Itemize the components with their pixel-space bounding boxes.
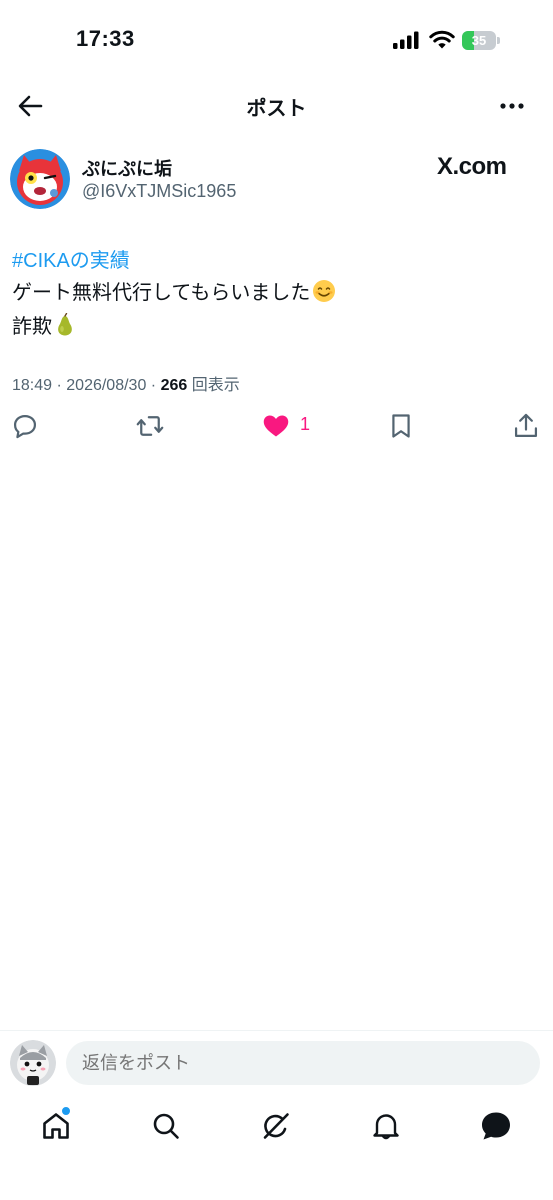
author-avatar[interactable] [10,149,70,209]
like-icon[interactable] [262,412,290,440]
grok-icon[interactable] [260,1110,292,1142]
post-text-line-1: ゲート無料代行してもらいました [12,276,336,305]
divider [0,1030,553,1031]
reply-input[interactable] [66,1041,540,1085]
battery-icon: 35 [462,31,502,50]
notification-badge [61,1106,71,1116]
hashtag-link[interactable]: #CIKAの実績 [12,244,130,273]
view-count: 266 [160,377,188,394]
views-label: 回表示 [191,377,240,394]
author-handle[interactable]: @I6VxTJMSic1965 [82,181,236,202]
bookmark-icon[interactable] [387,412,415,440]
status-time: 17:33 [76,26,135,51]
user-avatar[interactable] [10,1040,56,1086]
post-meta: 18:49 · 2026/08/30 · 266 回表示 [12,377,240,394]
post-date: 2026/08/30 [66,377,147,394]
page-title: ポスト [246,98,307,120]
messages-icon[interactable] [480,1110,512,1142]
post-time: 18:49 [12,377,53,394]
more-horizontal-icon[interactable] [496,90,528,122]
post-text-2: 詐欺 [12,316,52,338]
pear-emoji [58,313,72,336]
author-name[interactable]: ぷにぷに垢 [82,155,172,181]
smiling-face-emoji [313,280,336,302]
post-text: ゲート無料代行してもらいました [12,282,311,304]
like-count[interactable]: 1 [300,414,310,435]
notifications-icon[interactable] [370,1110,402,1142]
post-text-line-2: 詐欺 [12,310,76,339]
repost-icon[interactable] [136,412,164,440]
wifi-icon [429,30,455,49]
battery-level: 35 [471,33,487,48]
cellular-signal-icon [393,31,419,49]
reply-icon[interactable] [11,412,39,440]
search-icon[interactable] [150,1110,182,1142]
share-icon[interactable] [512,412,540,440]
source-label: X.com [437,153,507,180]
